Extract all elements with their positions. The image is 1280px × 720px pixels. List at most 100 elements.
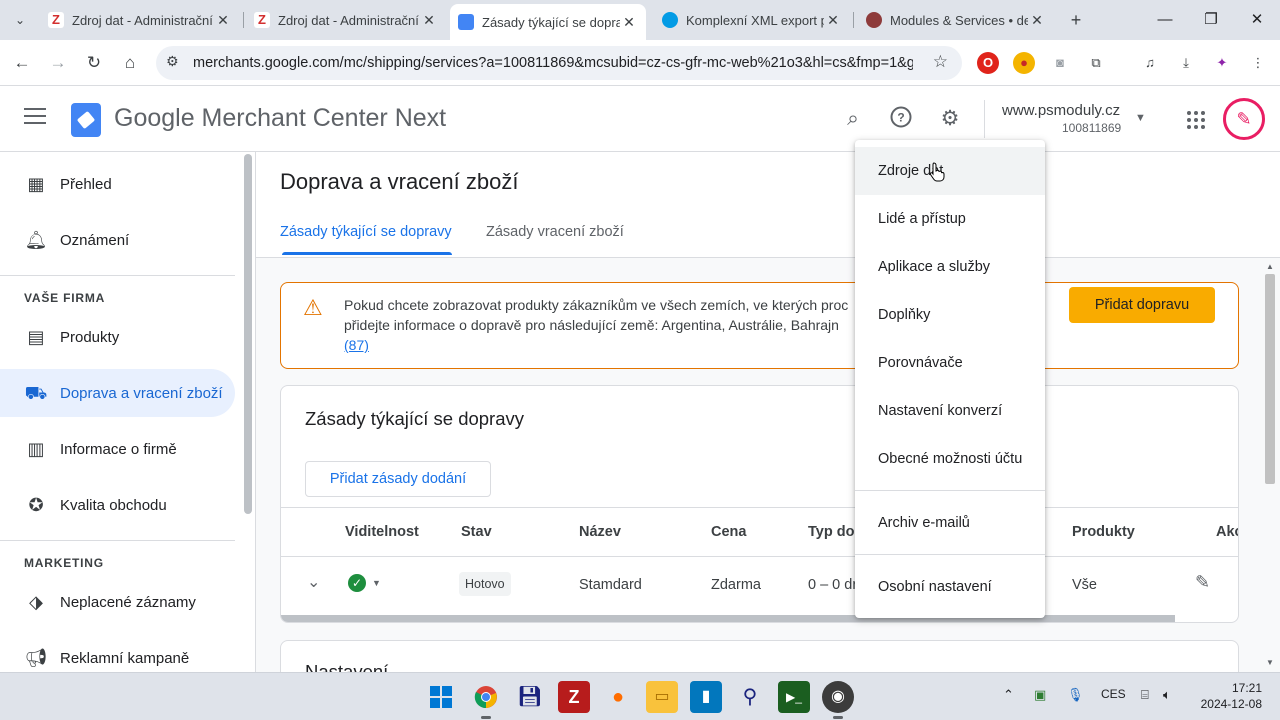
tab-close-icon[interactable]: ✕ (824, 12, 842, 29)
column-header[interactable]: Název (579, 524, 621, 540)
chrome-taskbar-icon[interactable] (470, 681, 502, 719)
visibility-dropdown-caret-icon[interactable]: ▼ (372, 578, 381, 588)
media-control-icon[interactable]: ♫ (1139, 52, 1161, 74)
filezilla-icon[interactable]: Z (558, 681, 590, 713)
scroll-down-arrow-icon[interactable]: ▼ (1266, 658, 1274, 667)
column-header[interactable]: Viditelnost (345, 524, 419, 540)
start-button[interactable] (425, 681, 457, 713)
truck-icon: ⛟ (24, 383, 48, 403)
column-header[interactable]: Stav (461, 524, 492, 540)
file-explorer-icon[interactable]: ▭ (646, 681, 678, 713)
search-icon[interactable]: ⌕ (840, 106, 866, 132)
tab-shipping-policies[interactable]: Zásady týkající se dopravy (280, 224, 452, 240)
avatar[interactable]: ✎ (1223, 98, 1265, 140)
obs-studio-icon[interactable]: ◉ (822, 681, 854, 719)
bookmark-star-icon[interactable]: ☆ (933, 52, 948, 72)
new-tab-button[interactable]: + (1064, 8, 1088, 32)
sidebar-item-store-quality[interactable]: ✪ Kvalita obchodu (0, 481, 235, 529)
add-delivery-policy-button[interactable]: Přidat zásady dodání (305, 461, 491, 497)
tab-close-icon[interactable]: ✕ (214, 12, 232, 29)
menu-item-personal-settings[interactable]: Osobní nastavení (855, 563, 1045, 611)
terminal-icon[interactable]: ▶_ (778, 681, 810, 713)
column-header[interactable]: Akc (1216, 524, 1238, 540)
column-header[interactable]: Produkty (1072, 524, 1135, 540)
sidebar-item-ad-campaigns[interactable]: 📢︎ Reklamní kampaně (0, 634, 235, 672)
browser-toolbar: ← → ↻ ⌂ ⚙ merchants.google.com/mc/shippi… (0, 40, 1280, 86)
tab-close-icon[interactable]: ✕ (420, 12, 438, 29)
sidebar-item-overview[interactable]: ▦ Přehled (0, 160, 235, 208)
site-info-icon[interactable]: ⚙ (166, 53, 179, 70)
window-close-button[interactable]: ✕ (1242, 6, 1272, 34)
column-header[interactable]: Cena (711, 524, 746, 540)
binoculars-icon[interactable]: ⚲ (734, 681, 766, 713)
page-title: Doprava a vracení zboží (280, 169, 519, 194)
sidebar-item-notifications[interactable]: 🔔︎ Oznámení (0, 216, 235, 264)
menu-item-comparison-shopping[interactable]: Porovnávače (855, 339, 1045, 387)
sidebar-item-free-listings[interactable]: ⬗ Neplacené záznamy (0, 578, 235, 626)
tab-separator (853, 12, 854, 28)
sidebar-section-marketing: MARKETING (24, 556, 104, 570)
sidebar-item-business-info[interactable]: ▥ Informace o firmě (0, 425, 235, 473)
tray-overflow-chevron-icon[interactable]: ⌃ (1003, 687, 1014, 703)
edit-pencil-icon[interactable]: ✎ (1195, 572, 1210, 593)
browser-menu-icon[interactable]: ⋮ (1247, 52, 1269, 74)
input-language[interactable]: CES (1101, 687, 1126, 701)
microphone-icon[interactable]: 🎙︎ (1067, 687, 1084, 703)
system-clock[interactable]: 17:21 2024-12-08 (1190, 680, 1262, 712)
scroll-up-arrow-icon[interactable]: ▲ (1266, 262, 1274, 271)
menu-item-conversion-settings[interactable]: Nastavení konverzí (855, 387, 1045, 435)
browser-tab[interactable]: Komplexní XML export p ✕ (654, 6, 850, 34)
browser-tab[interactable]: Z Zdroj dat - Administrační ✕ (40, 6, 240, 34)
download-icon[interactable]: ⤓ (1175, 52, 1197, 74)
save-disk-app-icon[interactable]: 💾︎ (514, 681, 546, 713)
sidebar-item-products[interactable]: ▤ Produkty (0, 313, 235, 361)
address-bar[interactable]: ⚙ merchants.google.com/mc/shipping/servi… (156, 46, 962, 80)
app-window-icon[interactable]: ▮ (690, 681, 722, 713)
cookie-extension-icon[interactable]: ● (1013, 52, 1035, 74)
countries-count-link[interactable]: (87) (344, 337, 369, 353)
expand-row-chevron-icon[interactable]: ⌄ (307, 572, 320, 592)
sidebar-item-shipping-returns[interactable]: ⛟ Doprava a vracení zboží (0, 369, 235, 417)
menu-item-apps-services[interactable]: Aplikace a služby (855, 243, 1045, 291)
help-icon[interactable]: ? (888, 106, 914, 132)
minimize-button[interactable]: — (1150, 6, 1180, 34)
page-scrollbar[interactable]: ▲ ▼ (1263, 262, 1277, 672)
menu-item-add-ons[interactable]: Doplňky (855, 291, 1045, 339)
home-button[interactable]: ⌂ (117, 50, 143, 76)
settings-gear-icon[interactable]: ⚙ (937, 106, 963, 132)
tab-search-icon[interactable]: ⌄ (8, 8, 32, 32)
main-menu-icon[interactable] (24, 108, 46, 129)
menu-item-people-access[interactable]: Lidé a přístup (855, 195, 1045, 243)
browser-tab[interactable]: Modules & Services • de ✕ (858, 6, 1054, 34)
sidebar-item-label: Informace o firmě (60, 440, 177, 458)
forward-button[interactable]: → (45, 50, 71, 76)
tray-app-icon[interactable]: ▣ (1034, 687, 1046, 703)
google-apps-icon[interactable] (1187, 111, 1205, 129)
menu-item-email-archive[interactable]: Archiv e-mailů (855, 499, 1045, 547)
tab-close-icon[interactable]: ✕ (1028, 12, 1046, 29)
account-name[interactable]: www.psmoduly.cz (1002, 102, 1120, 119)
scrollbar-thumb[interactable] (1265, 274, 1275, 484)
camera-extension-icon[interactable]: ◙ (1049, 52, 1071, 74)
back-button[interactable]: ← (9, 50, 35, 76)
merchant-center-logo-icon[interactable] (71, 103, 101, 137)
restore-button[interactable]: ❐ (1196, 6, 1226, 34)
opera-extension-icon[interactable]: O (977, 52, 999, 74)
profile-extension-icon[interactable]: ✦ (1211, 52, 1233, 74)
volume-icon[interactable]: 🔈︎ (1163, 687, 1171, 703)
tab-close-icon[interactable]: ✕ (620, 14, 638, 31)
sidebar-scrollbar[interactable] (244, 154, 252, 514)
tab-return-policies[interactable]: Zásady vracení zboží (486, 224, 624, 240)
add-shipping-button[interactable]: Přidat dopravu (1069, 287, 1215, 323)
network-icon[interactable]: ⌸ (1141, 687, 1149, 703)
account-switcher-caret-icon[interactable]: ▼ (1135, 112, 1146, 124)
browser-tab-active[interactable]: Zásady týkající se doprav ✕ (450, 4, 646, 40)
extensions-puzzle-icon[interactable]: ⧉ (1085, 52, 1107, 74)
reload-button[interactable]: ↻ (81, 50, 107, 76)
menu-item-data-sources[interactable]: Zdroje dat (855, 147, 1045, 195)
url-text[interactable]: merchants.google.com/mc/shipping/service… (193, 55, 913, 71)
browser-tab[interactable]: Z Zdroj dat - Administrační ✕ (246, 6, 446, 34)
product-name: Google Merchant Center Next (114, 104, 447, 132)
menu-item-account-options[interactable]: Obecné možnosti účtu (855, 435, 1045, 483)
firefox-icon[interactable]: ● (602, 681, 634, 713)
